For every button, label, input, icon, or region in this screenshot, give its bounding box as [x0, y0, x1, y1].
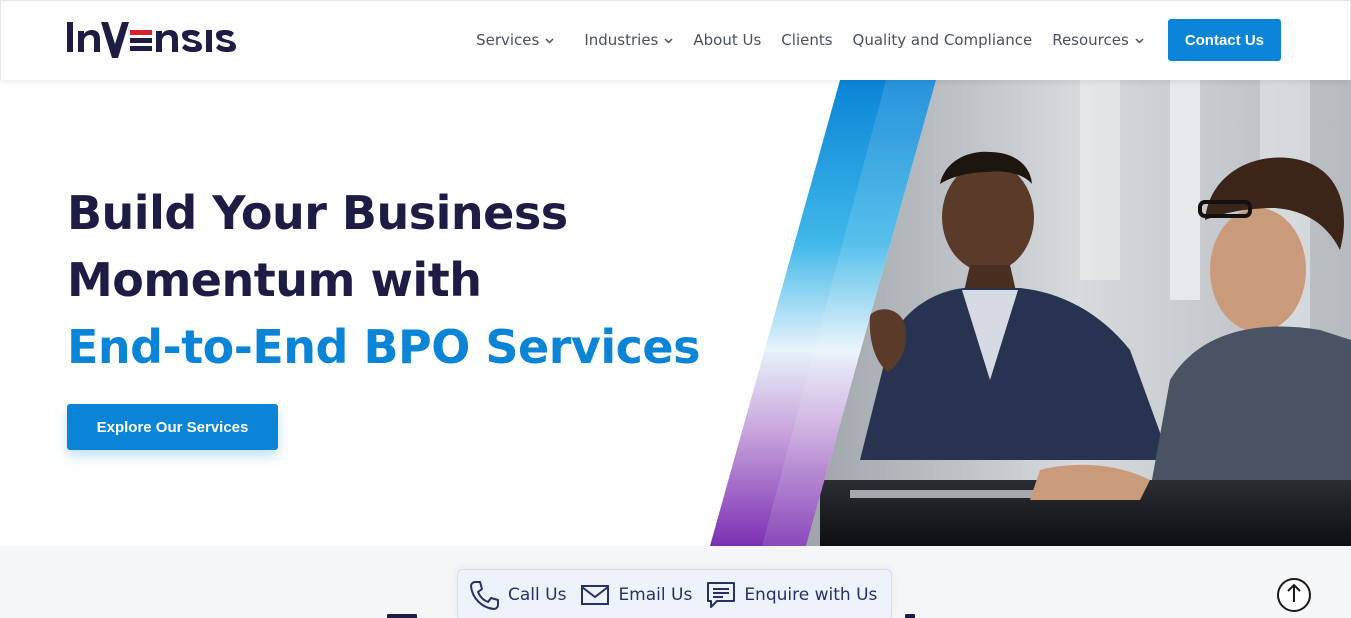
nav-resources-label: Resources: [1052, 31, 1129, 49]
arrow-up-icon: [1286, 583, 1302, 607]
hero-section: Build Your Business Momentum with End-to…: [0, 80, 1351, 546]
email-us-link[interactable]: Email Us: [580, 583, 692, 607]
enquire-label: Enquire with Us: [744, 585, 878, 605]
phone-icon: [468, 579, 500, 611]
nav-quality-compliance[interactable]: Quality and Compliance: [853, 31, 1033, 49]
mail-icon: [580, 583, 610, 607]
call-us-link[interactable]: Call Us: [468, 579, 566, 611]
hero-title-line-1: Build Your Business: [67, 186, 568, 240]
explore-services-button[interactable]: Explore Our Services: [67, 404, 278, 450]
contact-us-button[interactable]: Contact Us: [1167, 19, 1281, 61]
nav-clients[interactable]: Clients: [781, 31, 832, 49]
invensis-logo[interactable]: [67, 18, 243, 62]
hero-title-line-2: Momentum with: [67, 253, 482, 307]
nav-services-label: Services: [476, 31, 540, 49]
nav-services[interactable]: Services: [476, 31, 554, 49]
nav-industries[interactable]: Industries: [584, 31, 673, 49]
hero-title-accent: End-to-End BPO Services: [67, 320, 701, 374]
hero-title: Build Your Business Momentum with End-to…: [67, 180, 727, 381]
nav-about-us-label: About Us: [693, 31, 762, 49]
nav-industries-label: Industries: [584, 31, 659, 49]
nav-resources[interactable]: Resources: [1052, 31, 1144, 49]
chevron-down-icon: [1135, 36, 1144, 47]
enquire-link[interactable]: Enquire with Us: [706, 580, 877, 610]
main-nav: Services Industries About Us Clients Qua…: [476, 19, 1281, 61]
nav-about-us[interactable]: About Us: [693, 31, 761, 49]
site-header: Services Industries About Us Clients Qua…: [0, 0, 1351, 80]
email-us-label: Email Us: [618, 585, 693, 605]
chevron-down-icon: [545, 36, 554, 47]
nav-clients-label: Clients: [781, 31, 833, 49]
contact-cta-bar: Call Us Email Us Enquire with Us: [457, 569, 892, 618]
call-us-label: Call Us: [508, 585, 567, 605]
scroll-to-top-button[interactable]: [1277, 578, 1311, 612]
nav-quality-compliance-label: Quality and Compliance: [852, 31, 1033, 49]
chat-icon: [706, 580, 736, 610]
chevron-down-icon: [664, 36, 673, 47]
business-meeting-photo: [700, 80, 1351, 546]
